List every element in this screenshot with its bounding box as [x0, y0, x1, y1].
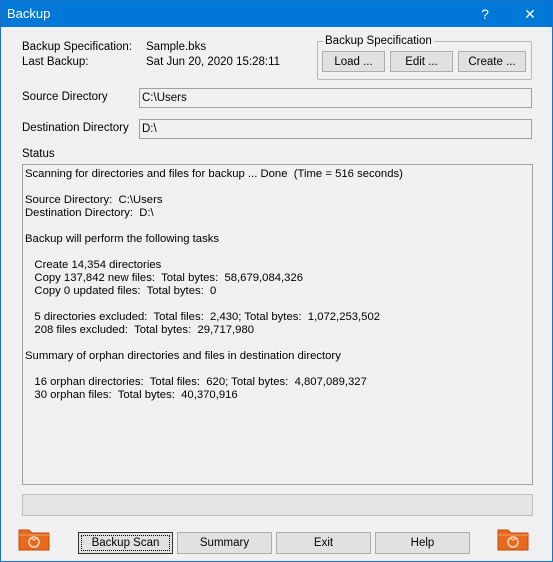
status-line — [25, 220, 530, 233]
status-line — [25, 298, 530, 311]
status-label: Status — [22, 148, 55, 160]
status-line — [25, 337, 530, 350]
status-line: Summary of orphan directories and files … — [25, 350, 341, 362]
load-button[interactable]: Load ... — [322, 51, 385, 72]
help-icon[interactable]: ? — [463, 1, 507, 27]
source-label: Source Directory — [22, 91, 108, 103]
source-field[interactable]: C:\Users — [139, 88, 532, 108]
edit-button[interactable]: Edit ... — [390, 51, 453, 72]
spec-label: Backup Specification: — [22, 41, 132, 53]
progress-bar — [22, 494, 533, 516]
status-line: 16 orphan directories: Total files: 620;… — [25, 376, 367, 388]
backup-window: Backup ? ✕ Backup Specification: Sample.… — [0, 0, 553, 562]
window-title: Backup — [7, 6, 51, 21]
last-backup-value: Sat Jun 20, 2020 15:28:11 — [146, 56, 281, 68]
spec-value: Sample.bks — [146, 41, 207, 53]
status-line — [25, 246, 530, 259]
status-line: Backup will perform the following tasks — [25, 233, 220, 245]
destination-label: Destination Directory — [22, 122, 129, 134]
status-line: 30 orphan files: Total bytes: 40,370,916 — [25, 389, 238, 401]
exit-button[interactable]: Exit — [276, 532, 371, 554]
backup-scan-button[interactable]: Backup Scan — [78, 532, 173, 554]
status-line: Copy 137,842 new files: Total bytes: 58,… — [25, 272, 304, 284]
title-bar: Backup ? ✕ — [1, 1, 552, 27]
summary-button[interactable]: Summary — [177, 532, 272, 554]
folder-icon[interactable] — [18, 525, 50, 551]
status-log[interactable]: Scanning for directories and files for b… — [22, 164, 533, 485]
status-line: Source Directory: C:\Users — [25, 194, 163, 206]
help-button[interactable]: Help — [375, 532, 470, 554]
status-line: Create 14,354 directories — [25, 259, 162, 271]
status-line: 208 files excluded: Total bytes: 29,717,… — [25, 324, 255, 336]
status-line: Scanning for directories and files for b… — [25, 168, 403, 180]
last-backup-label: Last Backup: — [22, 56, 89, 68]
destination-field[interactable]: D:\ — [139, 119, 532, 139]
close-icon[interactable]: ✕ — [508, 1, 552, 27]
create-button[interactable]: Create ... — [458, 51, 526, 72]
spec-group-label: Backup Specification — [323, 35, 434, 47]
status-line: Destination Directory: D:\ — [25, 207, 154, 219]
status-line — [25, 363, 530, 376]
status-line: Copy 0 updated files: Total bytes: 0 — [25, 285, 217, 297]
folder-icon[interactable] — [497, 525, 529, 551]
status-line: 5 directories excluded: Total files: 2,4… — [25, 311, 381, 323]
status-line — [25, 181, 530, 194]
